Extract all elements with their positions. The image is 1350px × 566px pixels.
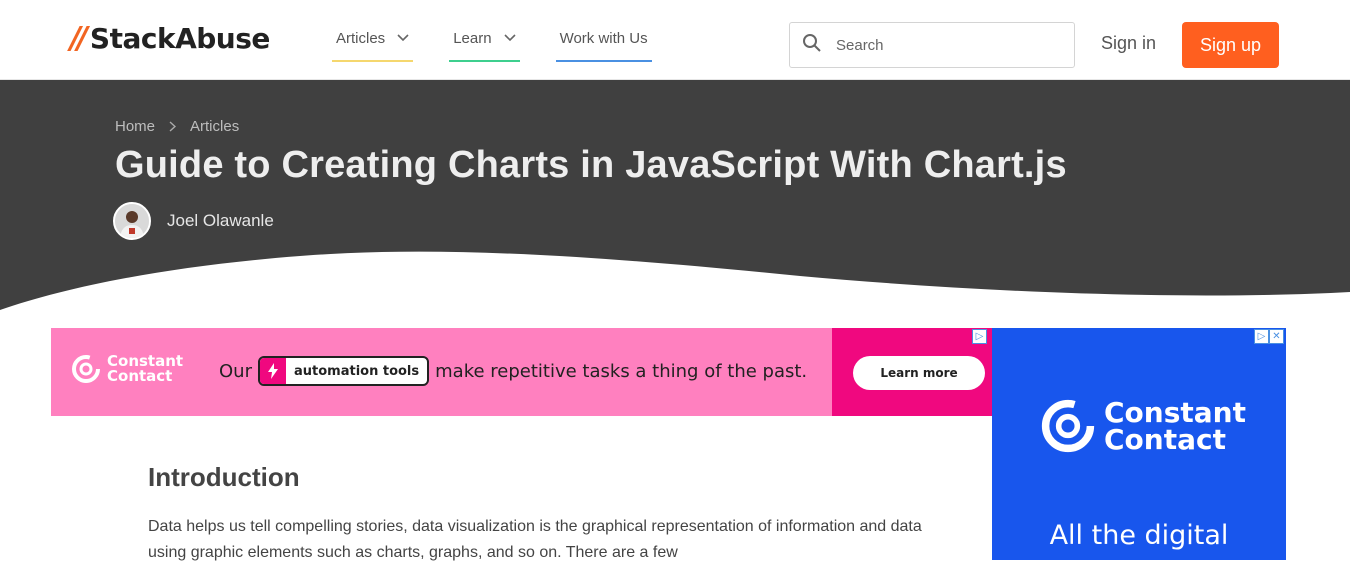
search-input[interactable] xyxy=(836,36,1066,54)
article-paragraph: Data helps us tell compelling stories, d… xyxy=(148,518,922,561)
site-header: // StackAbuse Articles Learn Work with U… xyxy=(0,0,1350,80)
close-icon[interactable]: ✕ xyxy=(1269,329,1284,344)
constant-contact-icon xyxy=(1041,399,1095,453)
nav-underline xyxy=(449,60,520,62)
play-icon: ▷ xyxy=(1254,329,1269,344)
ad-tag: automation tools xyxy=(257,356,430,386)
ad-text-after: make repetitive tasks a thing of the pas… xyxy=(435,360,808,382)
chevron-down-icon xyxy=(503,31,516,45)
search-icon xyxy=(802,33,822,58)
page-title: Guide to Creating Charts in JavaScript W… xyxy=(115,144,1067,186)
nav-underline xyxy=(332,60,414,62)
ad-banner-message: Our automation tools make repetitive tas… xyxy=(219,356,807,386)
brand-line2: Contact xyxy=(107,367,173,385)
main-nav: Articles Learn Work with Us xyxy=(332,22,688,62)
sign-up-button[interactable]: Sign up xyxy=(1182,22,1279,68)
nav-underline xyxy=(555,60,652,62)
brand-line2: Contact xyxy=(1104,423,1226,456)
ad-banner[interactable]: Constant Contact Our automation tools ma… xyxy=(51,328,992,416)
article-hero: Home Articles Guide to Creating Charts i… xyxy=(0,80,1350,310)
ad-side-headline: All the digital xyxy=(1049,520,1229,551)
brand-line1: Constant xyxy=(1104,396,1246,429)
ad-tag-label: automation tools xyxy=(293,363,420,379)
constant-contact-logo: Constant Contact xyxy=(71,354,183,384)
author-name[interactable]: Joel Olawanle xyxy=(167,211,274,231)
breadcrumb-articles[interactable]: Articles xyxy=(190,118,239,135)
constant-contact-icon xyxy=(72,355,100,383)
nav-item-label: Learn xyxy=(453,29,492,47)
nav-item-learn[interactable]: Learn xyxy=(449,22,520,62)
site-logo[interactable]: // StackAbuse xyxy=(70,18,270,58)
logo-text: StackAbuse xyxy=(89,21,270,55)
breadcrumb-home[interactable]: Home xyxy=(115,118,155,135)
chevron-right-icon xyxy=(169,119,177,135)
hero-background xyxy=(0,80,1350,310)
lightning-icon xyxy=(259,358,286,384)
ad-text-before: Our xyxy=(219,360,252,382)
ad-side[interactable]: ▷ ✕ Constant Contact All the digital xyxy=(992,328,1286,560)
avatar[interactable] xyxy=(113,202,151,240)
constant-contact-logo: Constant Contact xyxy=(1040,398,1246,454)
breadcrumb: Home Articles xyxy=(115,118,239,135)
author-info: Joel Olawanle xyxy=(113,202,274,240)
nav-item-articles[interactable]: Articles xyxy=(332,22,414,62)
nav-item-label: Work with Us xyxy=(559,29,648,47)
adchoices-icon[interactable]: ▷ xyxy=(972,329,987,344)
search-box[interactable] xyxy=(789,22,1075,68)
sign-in-link[interactable]: Sign in xyxy=(1101,33,1156,54)
adchoices-icon[interactable]: ▷ ✕ xyxy=(1254,329,1284,344)
chevron-down-icon xyxy=(397,31,409,45)
learn-more-button[interactable]: Learn more xyxy=(853,356,985,390)
section-heading: Introduction xyxy=(148,462,300,492)
nav-item-label: Articles xyxy=(336,29,386,47)
logo-mark: // xyxy=(70,20,88,56)
play-icon: ▷ xyxy=(972,329,987,344)
nav-item-work-with-us[interactable]: Work with Us xyxy=(555,22,652,62)
